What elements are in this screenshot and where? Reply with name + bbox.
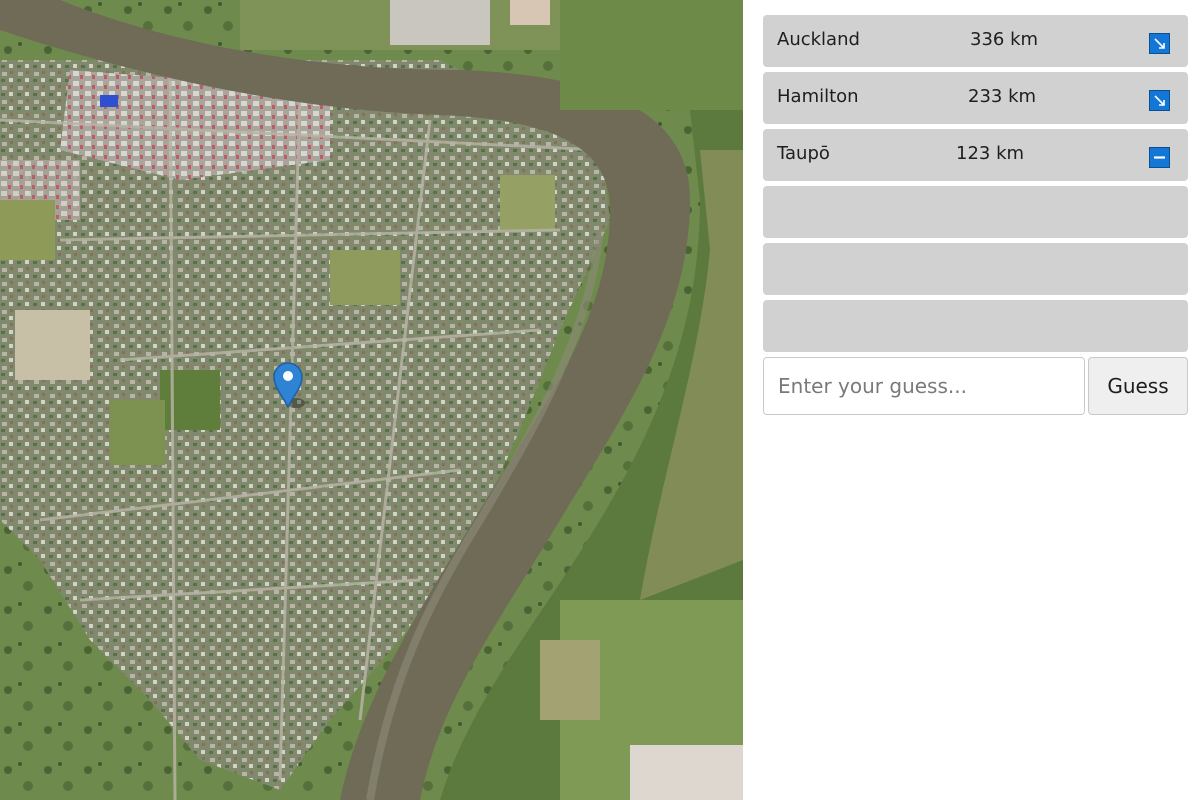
guess-input[interactable]: [763, 357, 1085, 415]
empty-guess-slot: [763, 243, 1188, 295]
guess-distance: 336 km: [970, 29, 1039, 50]
aerial-map[interactable]: [0, 0, 743, 800]
empty-guess-slot: [763, 186, 1188, 238]
guess-distance: 233 km: [968, 86, 1037, 107]
arrow-southeast-icon: [1149, 33, 1170, 54]
guess-row-3: Taupō 123 km: [763, 129, 1188, 181]
guess-city-name: Auckland: [777, 29, 860, 50]
guess-row-2: Hamilton 233 km: [763, 72, 1188, 124]
guess-distance: 123 km: [956, 143, 1025, 164]
guess-city-name: Hamilton: [777, 86, 859, 107]
satellite-imagery: [0, 0, 743, 800]
guess-panel: Auckland 336 km Hamilton 233 km Taupō 12…: [763, 15, 1188, 415]
app: Auckland 336 km Hamilton 233 km Taupō 12…: [0, 0, 1200, 800]
map-pin-icon[interactable]: [272, 361, 306, 409]
arrow-east-icon: [1149, 147, 1170, 168]
arrow-southeast-icon: [1149, 90, 1170, 111]
guess-entry: Guess: [763, 357, 1188, 415]
guess-button[interactable]: Guess: [1088, 357, 1188, 415]
guess-row-1: Auckland 336 km: [763, 15, 1188, 67]
guess-city-name: Taupō: [777, 143, 830, 164]
empty-guess-slot: [763, 300, 1188, 352]
